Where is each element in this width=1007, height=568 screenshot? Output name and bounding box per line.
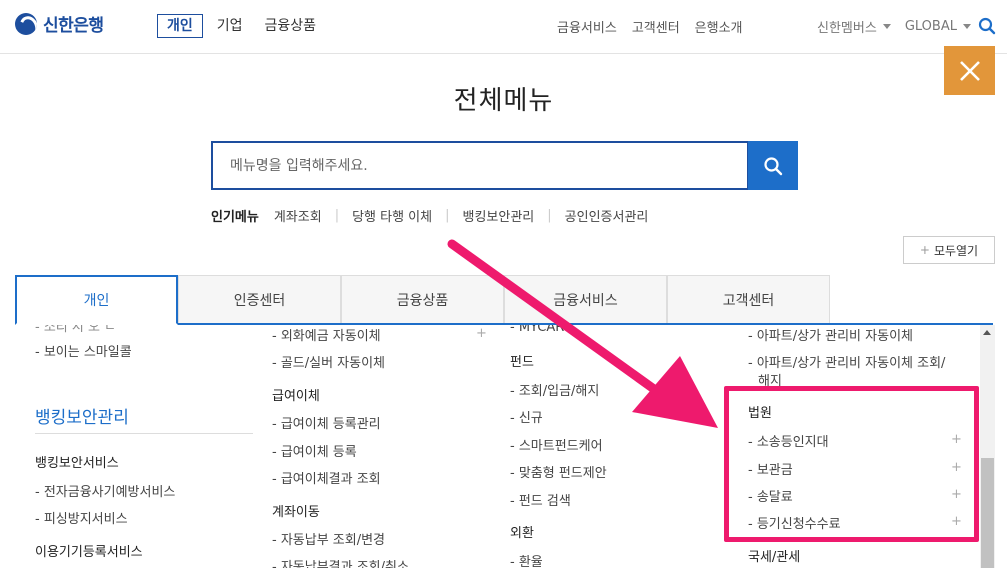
menu-heading[interactable]: 계좌이동: [272, 501, 320, 520]
divider: [35, 433, 253, 434]
search-icon: [764, 156, 783, 175]
menu-search-box: [211, 141, 749, 190]
menu-heading[interactable]: 국세/관세: [748, 546, 800, 565]
popular-menus: 인기메뉴 계좌조회 | 당행 타행 이체 | 뱅킹보안관리 | 공인인증서관리: [211, 206, 648, 225]
menu-link[interactable]: - 자동납부결과 조회/취소: [272, 556, 409, 568]
page-title: 전체메뉴: [453, 86, 554, 116]
scroll-up-arrow-icon[interactable]: [983, 330, 991, 335]
menu-link[interactable]: - 골드/실버 자동이체: [272, 352, 385, 371]
tab-financial-products[interactable]: 금융상품: [341, 275, 504, 323]
menu-tabs: 개인 인증센터 금융상품 금융서비스 고객센터: [15, 275, 993, 325]
chevron-down-icon: [882, 24, 891, 29]
plus-icon[interactable]: +: [476, 326, 487, 341]
menu-heading[interactable]: 뱅킹보안서비스: [35, 452, 119, 471]
util-nav: 금융서비스 고객센터 은행소개: [557, 17, 758, 36]
tab-customer-center[interactable]: 고객센터: [667, 275, 830, 323]
tab-personal[interactable]: 개인: [15, 275, 178, 325]
util-financial-services[interactable]: 금융서비스: [557, 17, 617, 36]
divider: |: [445, 208, 450, 223]
nav-products[interactable]: 금융상품: [265, 15, 317, 37]
scrollbar[interactable]: [980, 325, 995, 568]
top-header: 신한은행 개인 기업 금융상품 금융서비스 고객센터 은행소개 신한멤버스 GL…: [0, 0, 1007, 54]
main-nav: 개인 기업 금융상품: [157, 14, 338, 38]
menu-link[interactable]: - 맞춤형 펀드제안: [510, 462, 607, 481]
util-customer-center[interactable]: 고객센터: [632, 17, 680, 36]
menu-link[interactable]: - 아파트/상가 관리비 자동이체: [748, 325, 913, 344]
chevron-down-icon: [962, 24, 971, 29]
plus-icon: +: [919, 243, 930, 257]
popular-link[interactable]: 뱅킹보안관리: [463, 206, 535, 225]
divider: |: [334, 208, 340, 223]
menu-link[interactable]: - 피싱방지서비스: [35, 508, 128, 527]
open-all-button[interactable]: + 모두열기: [903, 236, 995, 264]
menu-heading[interactable]: 펀드: [510, 351, 534, 370]
open-all-label: 모두열기: [933, 243, 979, 258]
menu-link[interactable]: - 급여이체 등록관리: [272, 413, 381, 432]
popular-link[interactable]: 공인인증서관리: [565, 206, 649, 225]
global-dropdown[interactable]: GLOBAL: [905, 19, 971, 34]
global-label: GLOBAL: [904, 19, 957, 34]
highlight-box: [724, 386, 979, 542]
nav-corporate[interactable]: 기업: [217, 15, 243, 37]
nav-personal[interactable]: 개인: [157, 14, 203, 38]
menu-link[interactable]: - 자동납부 조회/변경: [272, 529, 385, 548]
search-button[interactable]: [748, 141, 798, 190]
menu-link[interactable]: - 스마트펀드케어: [510, 435, 603, 454]
popular-link[interactable]: 당행 타행 이체: [352, 206, 432, 225]
menu-link[interactable]: - 보이는 스마일콜: [35, 341, 132, 360]
menu-link[interactable]: - 아파트/상가 관리비 자동이체 조회/: [748, 352, 945, 371]
popular-label: 인기메뉴: [211, 210, 259, 225]
right-nav: 신한멤버스 GLOBAL: [817, 17, 985, 36]
scroll-thumb[interactable]: [981, 458, 994, 568]
members-label: 신한멤버스: [817, 21, 877, 36]
close-icon: [959, 60, 980, 81]
search-icon[interactable]: [978, 17, 996, 35]
shinhan-logo-icon: [15, 12, 37, 35]
util-bank-intro[interactable]: 은행소개: [695, 17, 743, 36]
tab-certificate-center[interactable]: 인증센터: [178, 275, 341, 323]
menu-link[interactable]: - 급여이체 등록: [272, 441, 357, 460]
logo-text: 신한은행: [43, 16, 104, 36]
menu-link[interactable]: - 급여이체결과 조회: [272, 468, 381, 487]
popular-link[interactable]: 계좌조회: [274, 206, 322, 225]
menu-link[interactable]: - MYCAR: [510, 325, 564, 335]
menu-heading[interactable]: 급여이체: [272, 385, 320, 404]
shinhan-logo[interactable]: 신한은행: [15, 11, 104, 36]
menu-link[interactable]: - 펀드 검색: [510, 490, 571, 509]
section-title[interactable]: 뱅킹보안관리: [35, 403, 129, 428]
menu-link[interactable]: - 조회/입금/해지: [510, 380, 599, 399]
members-dropdown[interactable]: 신한멤버스: [817, 17, 891, 36]
menu-search-input[interactable]: [230, 157, 747, 174]
menu-link[interactable]: - 환율: [510, 551, 543, 568]
menu-link[interactable]: - 신규: [510, 407, 543, 426]
menu-link[interactable]: - 외화예금 자동이체: [272, 325, 381, 344]
menu-heading[interactable]: 이용기기등록서비스: [35, 541, 143, 560]
menu-link[interactable]: - 전자금융사기예방서비스: [35, 481, 175, 500]
tab-financial-services[interactable]: 금융서비스: [504, 275, 667, 323]
menu-link[interactable]: - 소리 시 오 ㄴ: [35, 325, 116, 335]
menu-heading[interactable]: 외환: [510, 522, 534, 541]
divider: |: [547, 208, 552, 223]
